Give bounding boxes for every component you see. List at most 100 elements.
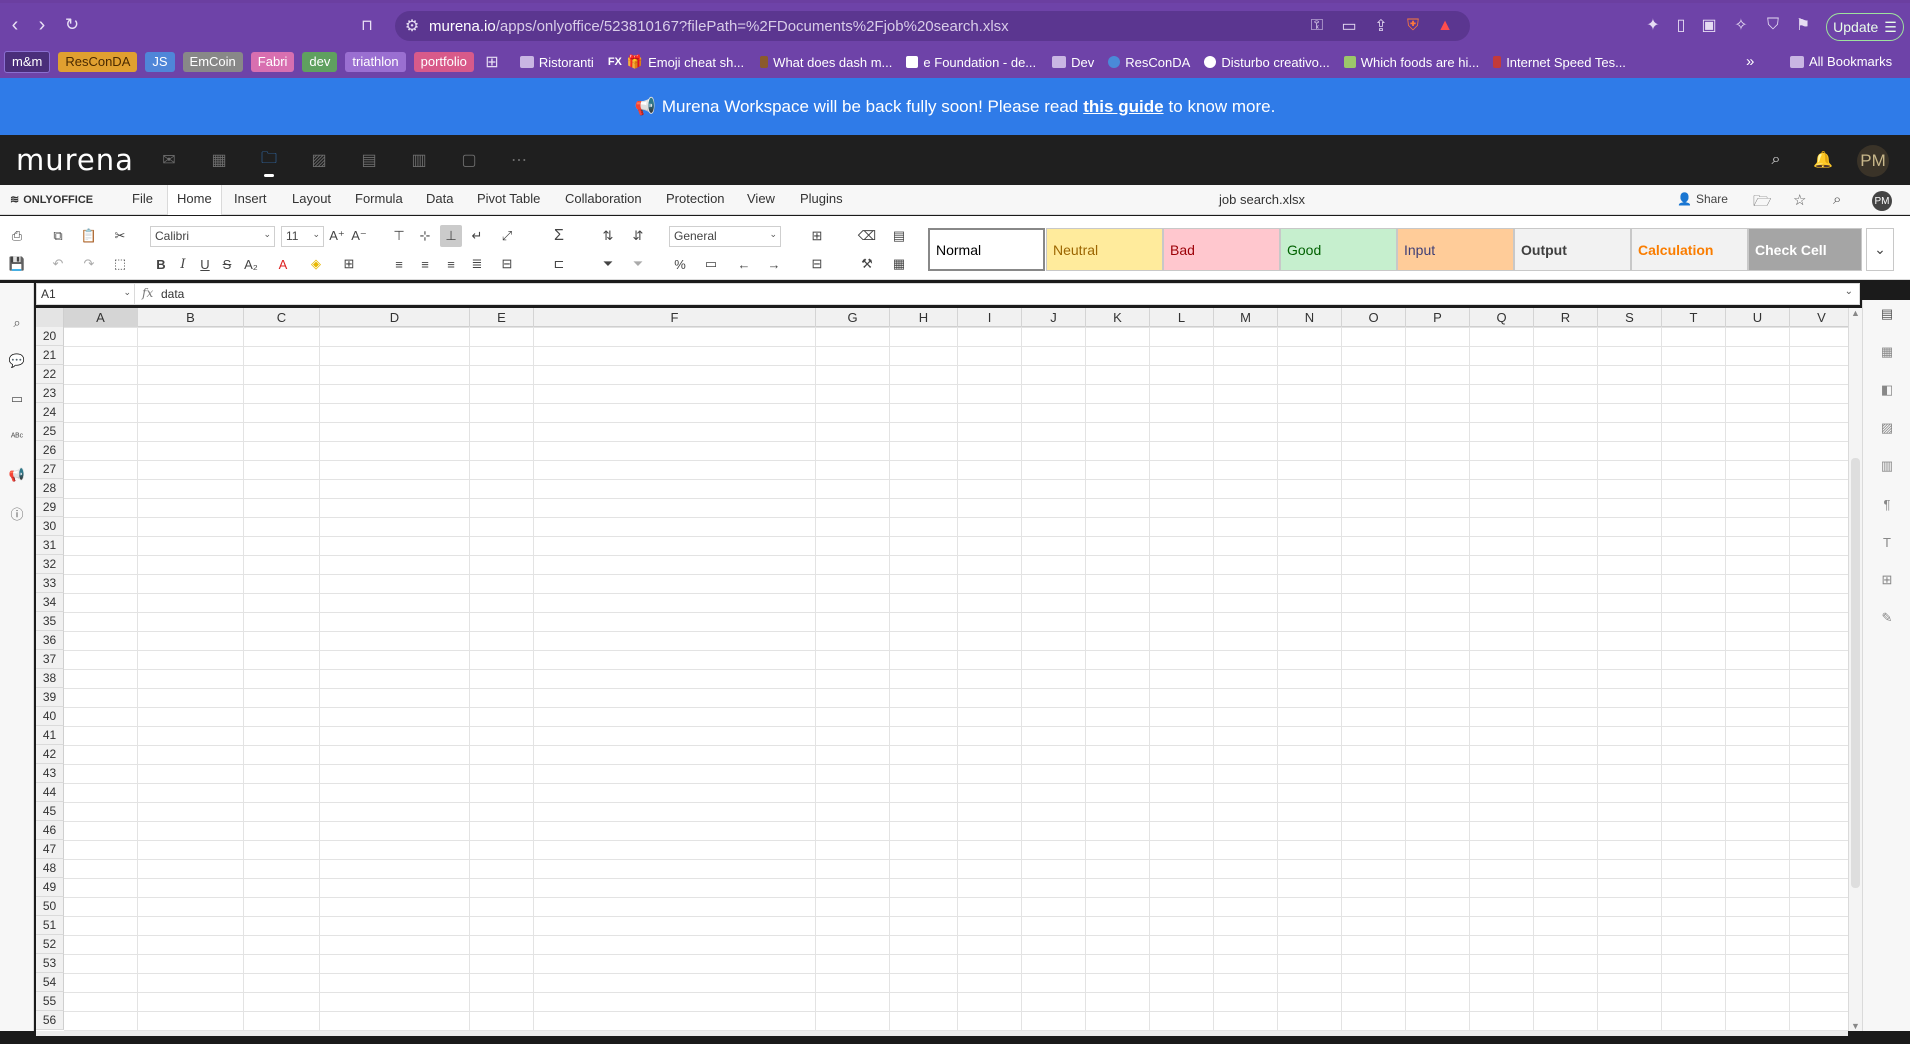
bookmark-folder-m-and-m[interactable]: m&m [4,51,51,73]
copy-style-icon[interactable]: ⚒ [856,253,878,275]
style-calculation[interactable]: Calculation [1631,228,1748,271]
tab-layout[interactable]: Layout [292,191,331,206]
function-icon[interactable]: fx [142,286,153,300]
row-header-29[interactable]: 29 [36,498,64,517]
forward-icon[interactable]: › [27,10,57,40]
style-output[interactable]: Output [1514,228,1631,271]
search-icon[interactable]: ⌕ [1765,149,1787,171]
column-header-c[interactable]: C [244,308,320,327]
style-normal[interactable]: Normal [928,228,1045,271]
comments-icon[interactable]: 💬 [7,351,27,371]
cell-settings-icon[interactable]: ▤ [1877,304,1897,324]
column-header-h[interactable]: H [890,308,958,327]
row-header-50[interactable]: 50 [36,897,64,916]
row-header-38[interactable]: 38 [36,669,64,688]
bookmark-folder-dev[interactable]: dev [302,52,338,72]
tab-protection[interactable]: Protection [666,191,725,206]
align-bottom-icon[interactable]: ⊥ [440,225,462,247]
text-orientation-icon[interactable]: ⤢ [496,225,518,247]
row-header-21[interactable]: 21 [36,346,64,365]
bookmark-folder-triathlon[interactable]: triathlon [345,52,406,72]
vertical-scrollbar[interactable]: ▲ ▼ [1848,308,1862,1031]
currency-icon[interactable]: ▭ [700,253,722,275]
increase-font-icon[interactable]: A⁺ [326,225,348,247]
tab-pivot-table[interactable]: Pivot Table [477,191,540,206]
mail-app-icon[interactable]: ✉ [158,149,180,171]
align-center-icon[interactable]: ≡ [414,253,436,275]
column-header-o[interactable]: O [1342,308,1406,327]
row-header-49[interactable]: 49 [36,878,64,897]
chat-icon[interactable]: ▭ [7,389,27,409]
copy-icon[interactable]: ⧉ [47,225,69,247]
row-header-55[interactable]: 55 [36,992,64,1011]
spreadsheet-grid[interactable]: ABCDEFGHIJKLMNOPQRSTUV 20 21 22 23 24 25 26 27 2… [36,308,1848,1031]
row-header-31[interactable]: 31 [36,536,64,555]
bookmark-foods[interactable]: Which foods are hi... [1343,55,1479,70]
cut-icon[interactable]: ✂ [109,225,131,247]
pivot-settings-icon[interactable]: ⊞ [1877,570,1897,590]
cell-area[interactable] [64,327,1848,1031]
tab-file[interactable]: File [132,191,153,206]
align-top-icon[interactable]: ⊤ [388,225,410,247]
scroll-up-icon[interactable]: ▲ [1851,308,1860,318]
column-header-k[interactable]: K [1086,308,1150,327]
files-app-icon[interactable]: 🗀 [258,149,280,171]
bookmark-folder-js[interactable]: JS [145,52,175,72]
tab-insert[interactable]: Insert [234,191,267,206]
bookmark-folder-resconda[interactable]: ResConDA [58,52,138,72]
column-header-l[interactable]: L [1150,308,1214,327]
font-size-select[interactable]: 11 ⌄ [281,226,324,247]
align-middle-icon[interactable]: ⊹ [414,225,436,247]
row-header-51[interactable]: 51 [36,916,64,935]
bookmark-disturbo[interactable]: Disturbo creativo... [1204,55,1330,70]
share-button[interactable]: 👤 Share [1677,192,1728,206]
extensions-icon[interactable]: ✦ [1640,12,1666,38]
paste-icon[interactable]: 📋 [78,225,100,247]
sort-descending-icon[interactable]: ⇵ [627,225,649,247]
font-color-icon[interactable]: A [272,253,294,275]
brave-rewards-icon[interactable]: ▲ [1432,13,1458,39]
row-header-48[interactable]: 48 [36,859,64,878]
print-icon[interactable]: ⎙ [6,225,28,247]
percent-icon[interactable]: % [669,253,691,275]
column-header-u[interactable]: U [1726,308,1790,327]
bookmark-ristoranti[interactable]: Ristoranti [519,55,594,70]
save-icon[interactable]: 💾 [6,253,28,275]
select-all-corner[interactable] [36,308,64,327]
bookmark-icon[interactable]: ⊓ [352,10,382,40]
document-app-icon[interactable]: ▥ [408,149,430,171]
row-header-39[interactable]: 39 [36,688,64,707]
find-icon[interactable]: ⌕ [7,313,27,333]
bookmark-folder-emcoin[interactable]: EmCoin [182,52,243,72]
column-header-q[interactable]: Q [1470,308,1534,327]
share-icon[interactable]: ⇪ [1368,13,1394,39]
row-header-20[interactable]: 20 [36,327,64,346]
column-header-a[interactable]: A [64,308,138,327]
text-art-settings-icon[interactable]: T [1877,532,1897,552]
image-settings-icon[interactable]: ▨ [1877,418,1897,438]
font-name-select[interactable]: Calibri ⌄ [150,226,275,247]
about-icon[interactable]: ⓘ [7,503,27,523]
bold-icon[interactable]: B [150,253,172,275]
row-header-24[interactable]: 24 [36,403,64,422]
sidebar-toggle-icon[interactable]: ▯ [1668,12,1694,38]
styles-expand-button[interactable]: ⌄ [1866,228,1894,271]
row-header-27[interactable]: 27 [36,460,64,479]
office-user-avatar[interactable]: PM [1872,191,1892,211]
row-header-37[interactable]: 37 [36,650,64,669]
column-header-n[interactable]: N [1278,308,1342,327]
decrease-decimal-icon[interactable]: ← [733,253,755,275]
conditional-format-icon[interactable]: ▤ [888,225,910,247]
align-right-icon[interactable]: ≡ [440,253,462,275]
redo-icon[interactable]: ↷ [78,253,100,275]
photos-app-icon[interactable]: ▨ [308,149,330,171]
spellcheck-icon[interactable]: ᴬᴮᶜ [7,427,27,447]
row-header-41[interactable]: 41 [36,726,64,745]
leo-ai-icon[interactable]: ✧ [1728,12,1754,38]
clear-filter-icon[interactable]: ⏷ [627,253,649,275]
increase-decimal-icon[interactable]: → [763,253,785,275]
tab-view[interactable]: View [747,191,775,206]
open-location-icon[interactable]: 🗁 [1753,191,1772,216]
borders-icon[interactable]: ⊞ [338,253,360,275]
column-header-s[interactable]: S [1598,308,1662,327]
